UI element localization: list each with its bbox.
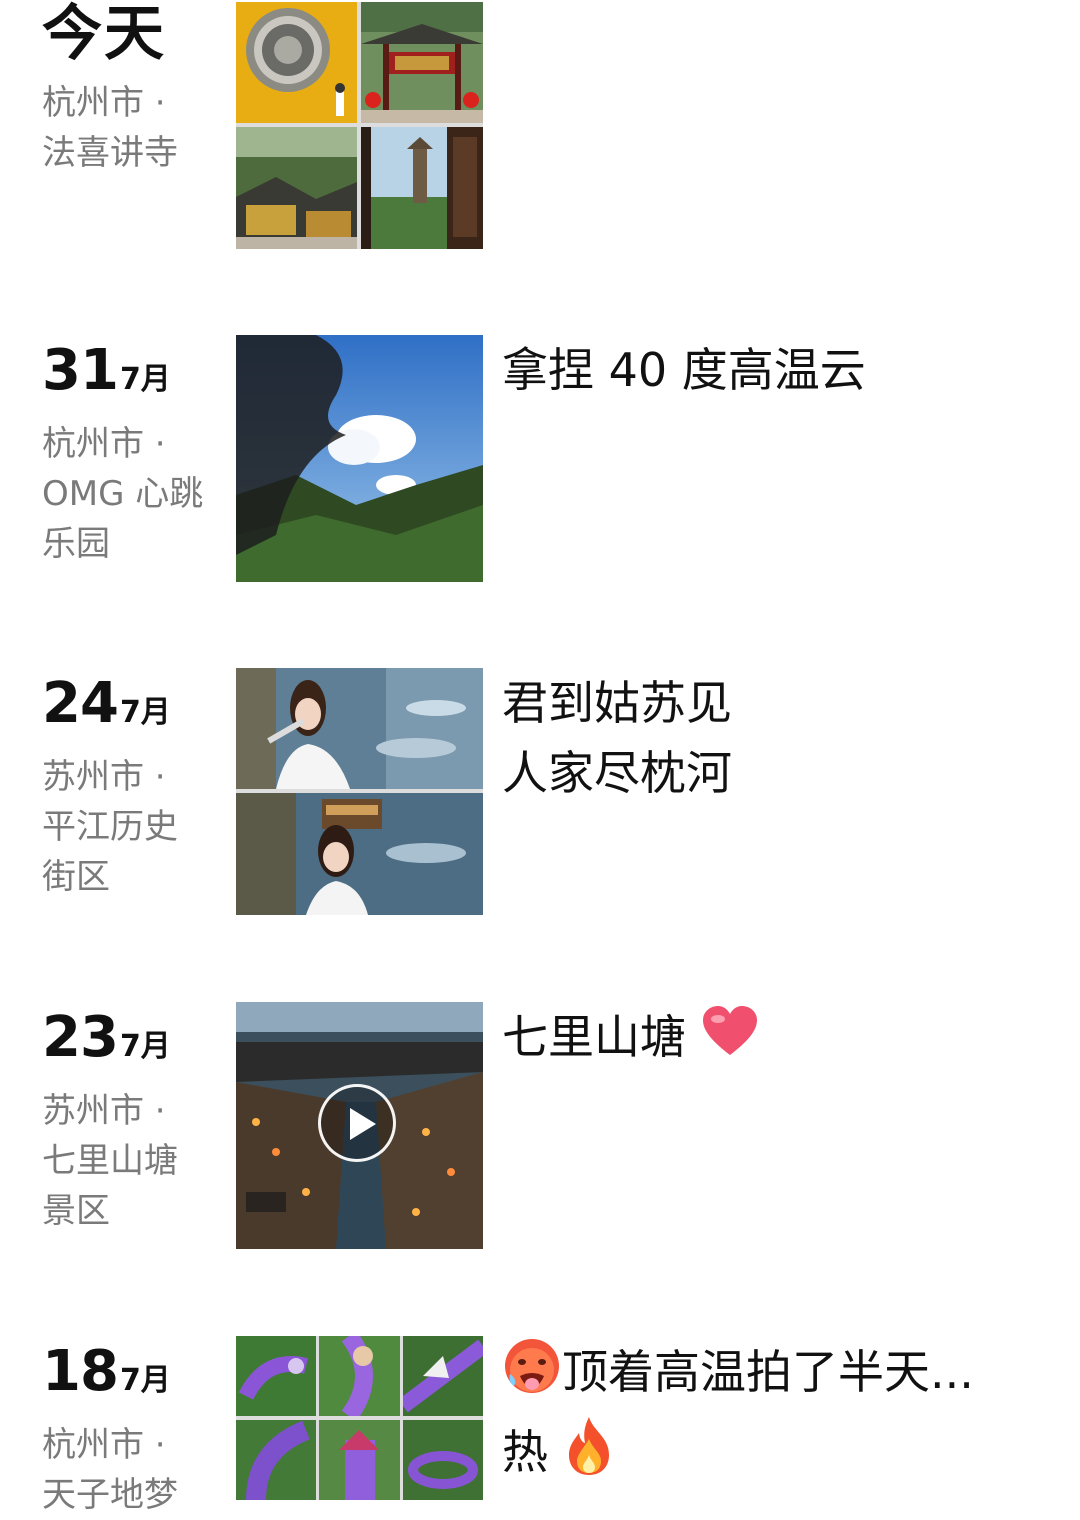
hot-face-icon [505,1339,559,1393]
date-column: 237月 苏州市 · 七里山塘 景区 [42,1002,222,1236]
hot-face-emoji-icon [502,1336,562,1415]
photo-thumbnail[interactable] [236,127,357,249]
location-line: 法喜讲寺 [42,133,178,173]
carved-medallion-image [246,8,345,116]
post-date-month: 7月 [119,695,171,730]
post-location[interactable]: 杭州市 · OMG 心跳 乐园 [42,419,222,569]
post-caption[interactable]: 顶着高温拍了半天... 热 [502,1336,974,1496]
photo-grid-9[interactable] [236,1336,483,1500]
woman-canal-image [236,668,483,789]
post-date-day: 31 [42,338,119,403]
post-caption[interactable]: 君到姑苏见 人家尽枕河 [502,668,732,808]
caption-text: 七里山塘 [502,1010,686,1064]
date-column: 317月 杭州市 · OMG 心跳 乐园 [42,335,222,569]
photo-thumbnail[interactable] [236,1336,316,1416]
heart-icon [702,1006,757,1055]
post-date: 247月 [42,676,222,732]
photo-grid-4[interactable] [236,2,483,249]
cloud-pinch-image [236,335,483,582]
post-date: 317月 [42,343,222,399]
location-line: OMG 心跳 [42,474,204,514]
dragon-image [408,1451,478,1489]
post-date-day: 18 [42,1339,119,1404]
date-column: 187月 杭州市 · 天子地梦 [42,1336,222,1520]
photo-thumbnail[interactable] [319,1336,400,1416]
post-date-month: 7月 [119,1029,171,1064]
temple-gate-image [361,2,483,123]
post-caption[interactable]: 七里山塘 [502,1002,759,1076]
caption-line: 顶着高温拍了半天... [502,1336,974,1415]
caption-line: 拿捏 40 度高温云 [502,343,866,397]
fire-emoji-icon [563,1415,615,1496]
photo-grid-2[interactable] [236,668,483,915]
location-line: 景区 [42,1191,110,1231]
post-date-month: 7月 [119,362,171,397]
post-location[interactable]: 苏州市 · 七里山塘 景区 [42,1086,222,1236]
location-line: 平江历史 [42,807,178,847]
caption-line: 七里山塘 [502,1002,759,1076]
caption-text: 顶着高温拍了半天... [562,1345,974,1399]
post-caption[interactable]: 拿捏 40 度高温云 [502,335,866,405]
dragon-image [403,1339,483,1413]
pagoda-window-image [361,127,483,249]
post-date: 187月 [42,1344,222,1400]
temple-rooftops-image [236,127,357,249]
location-line: 苏州市 · [42,1091,166,1131]
date-column: 今天 杭州市 · 法喜讲寺 [42,4,222,178]
photo-thumbnail[interactable] [236,793,483,915]
dragon-image [246,1420,311,1500]
post-location[interactable]: 杭州市 · 天子地梦 [42,1420,222,1520]
caption-line: 君到姑苏见 [502,676,732,730]
heart-emoji-icon [701,1005,759,1076]
post-location[interactable]: 杭州市 · 法喜讲寺 [42,78,222,178]
caption-line: 热 [502,1415,974,1496]
location-line: 街区 [42,857,110,897]
dragon-image [238,1356,308,1400]
photo-thumbnail[interactable] [361,127,483,249]
location-line: 苏州市 · [42,757,166,797]
dragon-image [339,1430,379,1500]
play-icon[interactable] [318,1084,396,1162]
post-date-day: 今天 [42,0,166,69]
caption-text: 热 [502,1425,548,1479]
woman-boat-image [236,793,483,915]
location-line: 天子地梦 [42,1475,178,1515]
dragon-image [341,1336,373,1416]
post-date-day: 24 [42,671,119,736]
photo-thumbnail[interactable] [236,2,357,123]
photo-thumbnail[interactable] [236,668,483,789]
location-line: 杭州市 · [42,424,166,464]
location-line: 乐园 [42,524,110,564]
date-column: 247月 苏州市 · 平江历史 街区 [42,668,222,902]
fire-icon [568,1417,609,1475]
post-date-month: 7月 [119,1363,171,1398]
video-thumbnail[interactable] [236,1002,483,1249]
photo-thumbnail[interactable] [361,2,483,123]
photo-thumbnail[interactable] [403,1336,483,1416]
location-line: 七里山塘 [42,1141,178,1181]
post-date-day: 23 [42,1005,119,1070]
location-line: 杭州市 · [42,1425,166,1465]
caption-line: 人家尽枕河 [502,746,732,800]
photo-thumbnail[interactable] [319,1420,400,1500]
location-line: 杭州市 · [42,83,166,123]
post-date: 237月 [42,1010,222,1066]
photo-thumbnail[interactable] [236,1420,316,1500]
photo-thumbnail[interactable] [403,1420,483,1500]
photo-single[interactable] [236,335,483,582]
post-location[interactable]: 苏州市 · 平江历史 街区 [42,752,222,902]
